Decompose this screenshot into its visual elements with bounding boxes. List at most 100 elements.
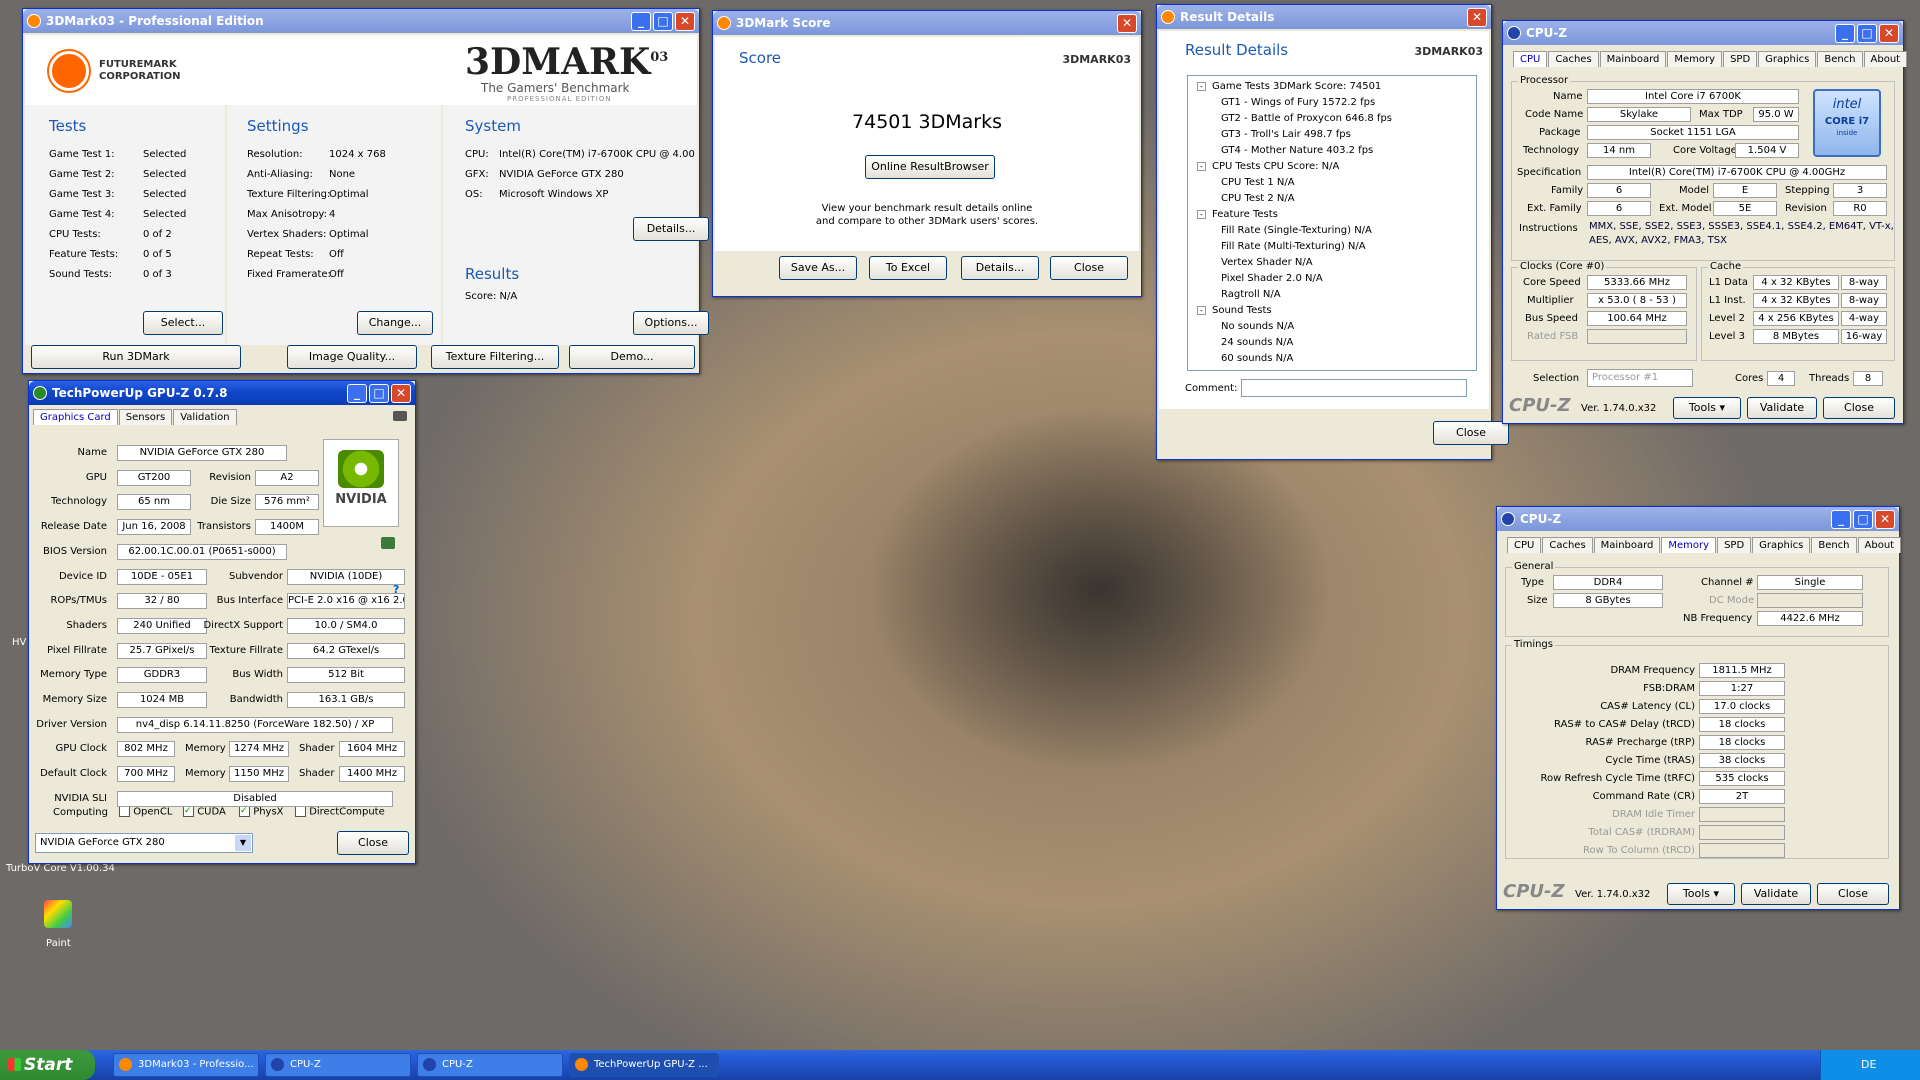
paint-desktop-icon[interactable] <box>44 900 72 928</box>
tab-graphics[interactable]: Graphics <box>1752 537 1811 553</box>
details-close-button[interactable]: Close <box>1433 421 1509 445</box>
demo-button[interactable]: Demo... <box>569 345 695 369</box>
cpuz-tabs[interactable]: CPU Caches Mainboard Memory SPD Graphics Bench… <box>1507 537 1902 553</box>
tab-validation[interactable]: Validation <box>173 409 237 425</box>
score-details-button[interactable]: Details... <box>961 256 1039 280</box>
tree-item[interactable]: CPU Test 1 N/A <box>1191 175 1473 191</box>
tab-mainboard[interactable]: Mainboard <box>1599 51 1667 67</box>
tree-item[interactable]: No sounds N/A <box>1191 319 1473 335</box>
close-button[interactable]: Close <box>1823 397 1895 419</box>
close-icon[interactable]: ✕ <box>1467 7 1487 27</box>
bios-save-icon[interactable] <box>381 537 395 549</box>
titlebar[interactable]: CPU-Z _ □ ✕ <box>1503 21 1903 45</box>
online-resultbrowser-button[interactable]: Online ResultBrowser <box>865 155 995 179</box>
tools-button[interactable]: Tools ▾ <box>1673 397 1741 419</box>
titlebar[interactable]: Result Details ✕ <box>1157 5 1491 29</box>
gpu-select[interactable]: NVIDIA GeForce GTX 280 ▼ <box>35 833 253 853</box>
maximize-icon[interactable]: □ <box>1853 509 1873 529</box>
tab-memory[interactable]: Memory <box>1667 51 1723 67</box>
tab-caches[interactable]: Caches <box>1548 51 1599 67</box>
close-button[interactable]: Close <box>1817 883 1889 905</box>
comment-input[interactable] <box>1241 379 1467 397</box>
close-icon[interactable]: ✕ <box>391 383 411 403</box>
tab-graphics[interactable]: Graphics <box>1758 51 1817 67</box>
taskbar-item-gpuz[interactable]: TechPowerUp GPU-Z ... <box>569 1053 719 1077</box>
tree-item[interactable]: Fill Rate (Multi-Texturing) N/A <box>1191 239 1473 255</box>
camera-icon[interactable] <box>393 411 407 421</box>
opencl-checkbox[interactable]: OpenCL <box>119 806 172 818</box>
tree-collapse-icon[interactable]: - <box>1197 306 1206 315</box>
image-quality-button[interactable]: Image Quality... <box>287 345 417 369</box>
tab-caches[interactable]: Caches <box>1542 537 1593 553</box>
options-button[interactable]: Options... <box>633 311 709 335</box>
tree-item[interactable]: Vertex Shader N/A <box>1191 255 1473 271</box>
tree-item[interactable]: Ragtroll N/A <box>1191 287 1473 303</box>
tree-collapse-icon[interactable]: - <box>1197 210 1206 219</box>
tree-item[interactable]: GT2 - Battle of Proxycon 646.8 fps <box>1191 111 1473 127</box>
taskbar-item-3dmark[interactable]: 3DMark03 - Professio... <box>113 1053 259 1077</box>
directcompute-checkbox[interactable]: DirectCompute <box>295 806 385 818</box>
tab-sensors[interactable]: Sensors <box>118 409 173 425</box>
maximize-icon[interactable]: □ <box>1857 23 1877 43</box>
tree-item[interactable]: GT4 - Mother Nature 403.2 fps <box>1191 143 1473 159</box>
taskbar-item-cpuz-1[interactable]: CPU-Z <box>265 1053 411 1077</box>
result-tree[interactable]: - Game Tests 3DMark Score: 74501 GT1 - Win… <box>1187 75 1477 371</box>
to-excel-button[interactable]: To Excel <box>869 256 947 280</box>
run-3dmark-button[interactable]: Run 3DMark <box>31 345 241 369</box>
tab-bench[interactable]: Bench <box>1817 51 1863 67</box>
score-close-button[interactable]: Close <box>1050 256 1128 280</box>
tree-item[interactable]: Fill Rate (Single-Texturing) N/A <box>1191 223 1473 239</box>
tab-cpu[interactable]: CPU <box>1513 51 1548 67</box>
physx-checkbox[interactable]: ✓ PhysX <box>239 806 284 818</box>
gpuz-tabs[interactable]: Graphics Card Sensors Validation <box>33 409 238 425</box>
tree-item[interactable]: CPU Test 2 N/A <box>1191 191 1473 207</box>
tab-graphicscard[interactable]: Graphics Card <box>33 409 118 425</box>
save-as-button[interactable]: Save As... <box>779 256 857 280</box>
minimize-icon[interactable]: _ <box>1831 509 1851 529</box>
tools-button[interactable]: Tools ▾ <box>1667 883 1735 905</box>
tree-collapse-icon[interactable]: - <box>1197 162 1206 171</box>
gpuz-close-button[interactable]: Close <box>337 831 409 855</box>
language-indicator[interactable]: DE <box>1861 1058 1876 1071</box>
validate-button[interactable]: Validate <box>1747 397 1817 419</box>
cpuz-tabs[interactable]: CPU Caches Mainboard Memory SPD Graphics Bench… <box>1513 51 1908 67</box>
change-button[interactable]: Change... <box>357 311 433 335</box>
tab-about[interactable]: About <box>1857 537 1902 553</box>
close-icon[interactable]: ✕ <box>675 11 695 31</box>
minimize-icon[interactable]: _ <box>631 11 651 31</box>
chevron-down-icon[interactable]: ▼ <box>235 835 251 851</box>
tree-item[interactable]: GT3 - Troll's Lair 498.7 fps <box>1191 127 1473 143</box>
tree-item[interactable]: - Feature Tests <box>1191 207 1473 223</box>
minimize-icon[interactable]: _ <box>347 383 367 403</box>
tree-item[interactable]: 60 sounds N/A <box>1191 351 1473 367</box>
tab-cpu[interactable]: CPU <box>1507 537 1542 553</box>
tree-item[interactable]: 24 sounds N/A <box>1191 335 1473 351</box>
tree-collapse-icon[interactable]: - <box>1197 82 1206 91</box>
close-icon[interactable]: ✕ <box>1117 13 1137 33</box>
taskbar-item-cpuz-2[interactable]: CPU-Z <box>417 1053 563 1077</box>
tree-item[interactable]: - CPU Tests CPU Score: N/A <box>1191 159 1473 175</box>
tab-spd[interactable]: SPD <box>1723 51 1758 67</box>
cuda-checkbox[interactable]: ✓ CUDA <box>183 806 226 818</box>
processor-select[interactable]: Processor #1 <box>1587 369 1693 387</box>
close-icon[interactable]: ✕ <box>1875 509 1895 529</box>
titlebar[interactable]: CPU-Z _ □ ✕ <box>1497 507 1899 531</box>
close-icon[interactable]: ✕ <box>1879 23 1899 43</box>
tab-memory[interactable]: Memory <box>1661 537 1717 553</box>
start-button[interactable]: Start <box>0 1050 95 1080</box>
titlebar[interactable]: 3DMark03 - Professional Edition _ □ ✕ <box>23 9 699 33</box>
tab-spd[interactable]: SPD <box>1717 537 1752 553</box>
select-button[interactable]: Select... <box>143 311 223 335</box>
titlebar[interactable]: 3DMark Score ✕ <box>713 11 1141 35</box>
maximize-icon[interactable]: □ <box>369 383 389 403</box>
minimize-icon[interactable]: _ <box>1835 23 1855 43</box>
tab-about[interactable]: About <box>1863 51 1908 67</box>
tab-mainboard[interactable]: Mainboard <box>1593 537 1661 553</box>
details-button[interactable]: Details... <box>633 217 709 241</box>
tree-item[interactable]: Pixel Shader 2.0 N/A <box>1191 271 1473 287</box>
tab-bench[interactable]: Bench <box>1811 537 1857 553</box>
maximize-icon[interactable]: □ <box>653 11 673 31</box>
tree-item[interactable]: - Game Tests 3DMark Score: 74501 <box>1191 79 1473 95</box>
tree-item[interactable]: - Sound Tests <box>1191 303 1473 319</box>
validate-button[interactable]: Validate <box>1741 883 1811 905</box>
